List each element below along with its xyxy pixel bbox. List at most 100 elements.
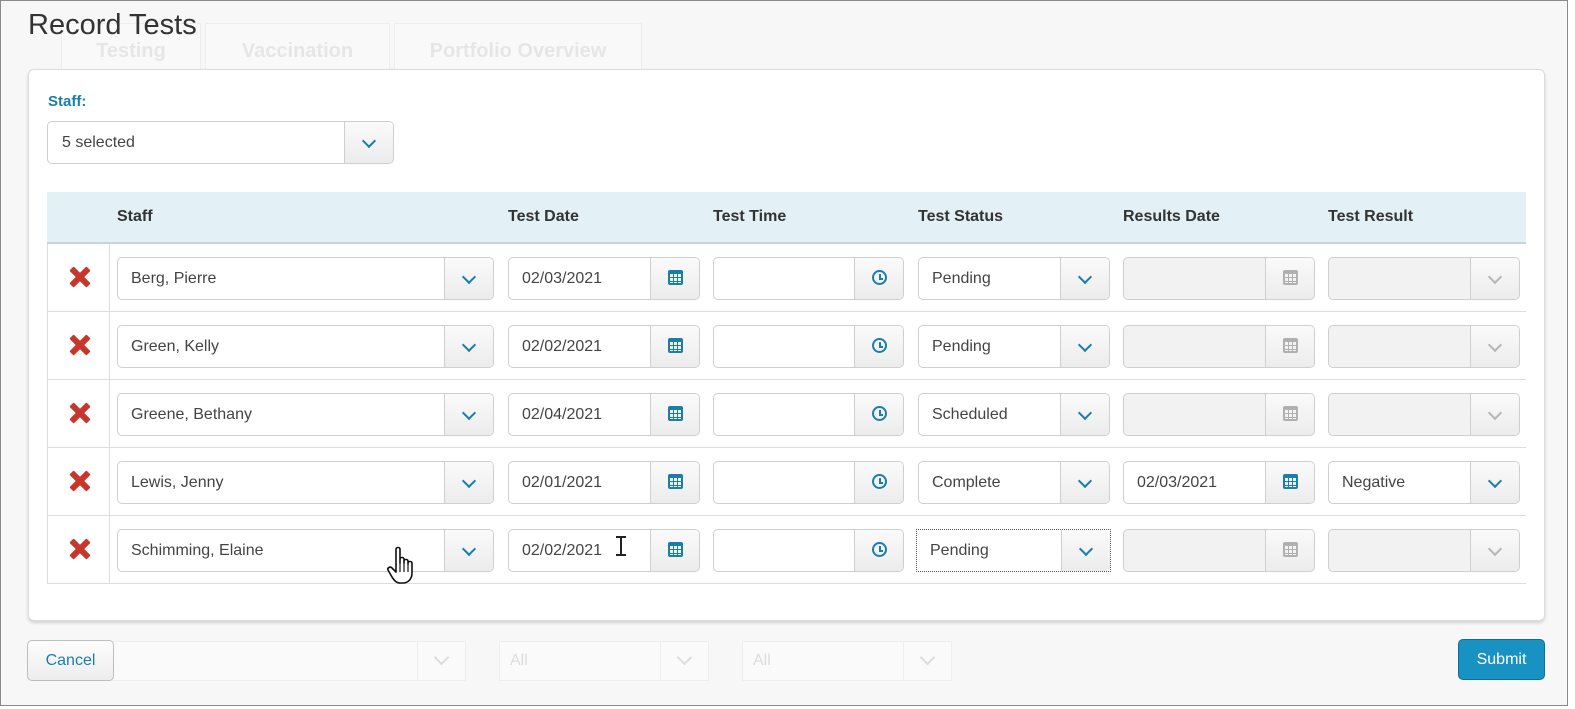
test-time-picker-button[interactable] <box>854 258 903 299</box>
test-date-input[interactable]: 02/02/2021 <box>508 529 700 572</box>
test-date-value: 02/02/2021 <box>522 338 603 355</box>
test-date-picker-button[interactable] <box>650 530 699 571</box>
test-date-input[interactable]: 02/01/2021 <box>508 461 700 504</box>
delete-cell <box>47 312 110 379</box>
staff-select[interactable]: Berg, Pierre <box>117 257 494 300</box>
bg-result-filter: All <box>742 641 952 681</box>
tests-table: Staff Test Date Test Time Test Status Re… <box>47 192 1526 584</box>
column-header-staff: Staff <box>117 208 153 225</box>
text-cursor-icon <box>615 535 627 557</box>
results-date-value: 02/03/2021 <box>1137 474 1218 491</box>
test-date-value: 02/01/2021 <box>522 474 603 491</box>
table-row: Schimming, Elaine 02/02/2021 Pending <box>47 516 1526 584</box>
test-time-input[interactable] <box>713 257 904 300</box>
staff-multiselect-toggle[interactable] <box>344 122 393 163</box>
test-time-picker-button[interactable] <box>854 326 903 367</box>
results-date-picker-button <box>1265 530 1314 571</box>
column-header-test-time: Test Time <box>713 208 787 225</box>
results-date-picker-button[interactable] <box>1265 462 1314 503</box>
calendar-icon <box>1283 270 1298 285</box>
staff-select-toggle[interactable] <box>444 394 493 435</box>
test-status-select[interactable]: Pending <box>918 325 1110 368</box>
test-status-select[interactable]: Pending <box>918 257 1110 300</box>
test-date-value: 02/04/2021 <box>522 406 603 423</box>
delete-cell <box>47 448 110 515</box>
staff-select[interactable]: Schimming, Elaine <box>117 529 494 572</box>
test-date-value: 02/02/2021 <box>522 542 603 559</box>
test-status-toggle[interactable] <box>1061 530 1110 571</box>
staff-filter-label: Staff: <box>48 93 87 110</box>
test-time-input[interactable] <box>713 325 904 368</box>
clock-icon <box>872 542 887 557</box>
column-header-test-status: Test Status <box>918 208 1004 225</box>
test-time-input[interactable] <box>713 529 904 572</box>
test-date-picker-button[interactable] <box>650 326 699 367</box>
staff-select-toggle[interactable] <box>444 530 493 571</box>
test-time-picker-button[interactable] <box>854 462 903 503</box>
calendar-icon <box>1283 542 1298 557</box>
column-header-test-result: Test Result <box>1328 208 1414 225</box>
test-time-input[interactable] <box>713 393 904 436</box>
test-status-select[interactable]: Scheduled <box>918 393 1110 436</box>
test-status-select[interactable]: Pending <box>916 529 1111 572</box>
chevron-down-icon <box>461 269 477 284</box>
staff-select-toggle[interactable] <box>444 326 493 367</box>
bg-result-filter-value: All <box>753 652 771 669</box>
results-date-picker-button <box>1265 326 1314 367</box>
test-result-toggle <box>1470 326 1519 367</box>
delete-cell <box>47 516 110 583</box>
test-result-select <box>1328 529 1520 572</box>
test-status-toggle[interactable] <box>1060 326 1109 367</box>
staff-select[interactable]: Greene, Bethany <box>117 393 494 436</box>
test-status-select[interactable]: Complete <box>918 461 1110 504</box>
delete-x-icon[interactable] <box>69 266 91 288</box>
test-result-select <box>1328 257 1520 300</box>
chevron-down-icon <box>1077 269 1093 284</box>
chevron-down-icon <box>461 337 477 352</box>
test-date-input[interactable]: 02/04/2021 <box>508 393 700 436</box>
clock-icon <box>872 270 887 285</box>
staff-select-toggle[interactable] <box>444 462 493 503</box>
staff-select-toggle[interactable] <box>444 258 493 299</box>
test-time-input[interactable] <box>713 461 904 504</box>
column-header-results-date: Results Date <box>1123 208 1220 225</box>
calendar-icon <box>668 338 683 353</box>
test-result-value: Negative <box>1342 474 1406 491</box>
chevron-down-icon <box>1487 405 1503 420</box>
test-status-value: Scheduled <box>932 406 1008 423</box>
results-date-input[interactable]: 02/03/2021 <box>1123 461 1315 504</box>
submit-button[interactable]: Submit <box>1458 639 1545 680</box>
chevron-down-icon <box>1487 473 1503 488</box>
bg-status-filter: All <box>499 641 709 681</box>
chevron-down-icon <box>1077 405 1093 420</box>
delete-x-icon[interactable] <box>69 470 91 492</box>
test-date-input[interactable]: 02/03/2021 <box>508 257 700 300</box>
test-status-value: Pending <box>932 270 991 287</box>
staff-select[interactable]: Green, Kelly <box>117 325 494 368</box>
table-row: Greene, Bethany 02/04/2021 Scheduled <box>47 380 1526 448</box>
delete-x-icon[interactable] <box>69 334 91 356</box>
test-date-input[interactable]: 02/02/2021 <box>508 325 700 368</box>
chevron-down-icon <box>1077 337 1093 352</box>
delete-x-icon[interactable] <box>69 402 91 424</box>
test-status-toggle[interactable] <box>1060 394 1109 435</box>
test-date-picker-button[interactable] <box>650 394 699 435</box>
test-result-toggle <box>1470 530 1519 571</box>
test-date-picker-button[interactable] <box>650 462 699 503</box>
delete-x-icon[interactable] <box>69 538 91 560</box>
test-status-value: Complete <box>932 474 1001 491</box>
staff-multiselect[interactable]: 5 selected <box>47 121 394 164</box>
test-status-toggle[interactable] <box>1060 258 1109 299</box>
test-time-picker-button[interactable] <box>854 394 903 435</box>
test-result-select[interactable]: Negative <box>1328 461 1520 504</box>
test-status-toggle[interactable] <box>1060 462 1109 503</box>
test-date-picker-button[interactable] <box>650 258 699 299</box>
staff-select-value: Greene, Bethany <box>131 406 252 423</box>
chevron-down-icon <box>660 642 708 680</box>
test-result-toggle[interactable] <box>1470 462 1519 503</box>
calendar-icon <box>1283 474 1298 489</box>
staff-select[interactable]: Lewis, Jenny <box>117 461 494 504</box>
table-row: Berg, Pierre 02/03/2021 Pending <box>47 244 1526 312</box>
cancel-button[interactable]: Cancel <box>27 640 114 681</box>
test-time-picker-button[interactable] <box>854 530 903 571</box>
